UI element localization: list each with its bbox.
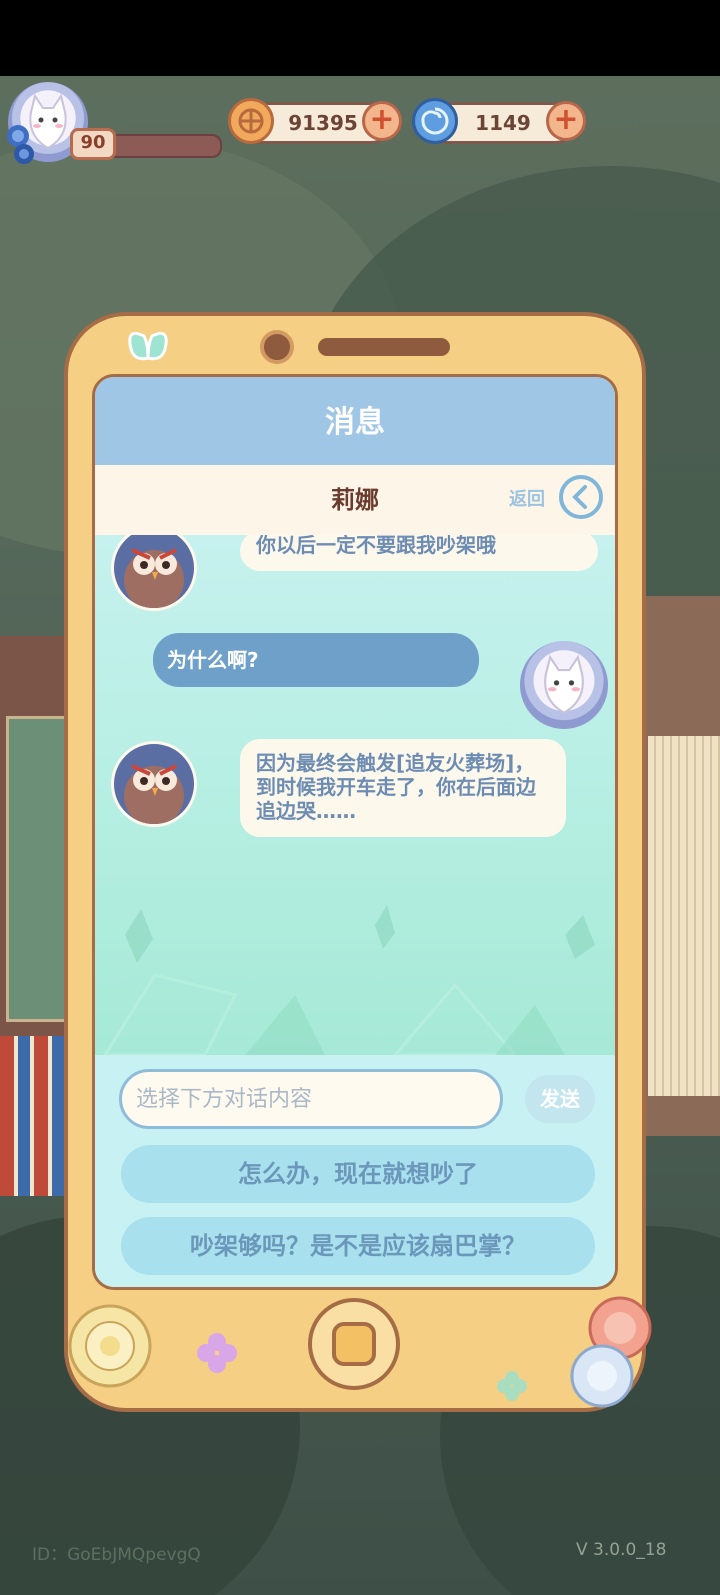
phone-screen: 消息 莉娜 返回 你以后一定不要跟我吵架哦 为什么啊? 因为最终会触发[追友火葬… (92, 374, 618, 1290)
reply-panel: 选择下方对话内容 发送 怎么办，现在就想吵了 吵架够吗？是不是应该扇巴掌？ (95, 1055, 615, 1287)
home-button[interactable] (308, 1298, 400, 1390)
back-label: 返回 (509, 489, 545, 510)
message-text: 为什么啊? (167, 648, 259, 672)
green-clover-icon (497, 1371, 527, 1401)
coin-icon (228, 98, 274, 144)
chevron-left-icon (559, 475, 603, 519)
purple-clover-icon (197, 1333, 237, 1373)
back-button[interactable]: 返回 (509, 475, 609, 525)
rose-decoration-icon (7, 125, 34, 164)
message-text: 你以后一定不要跟我吵架哦 (256, 535, 496, 557)
level-badge: 90 (70, 128, 116, 160)
speaker-slot (318, 338, 450, 356)
experience-bar (100, 134, 222, 158)
reply-option-2[interactable]: 吵架够吗？是不是应该扇巴掌？ (121, 1217, 595, 1275)
screen-title: 消息 (95, 377, 615, 465)
send-button[interactable]: 发送 (525, 1075, 595, 1123)
self-avatar (520, 641, 608, 729)
message-bubble-self: 为什么啊? (153, 633, 479, 687)
blue-rose-icon (570, 1344, 634, 1408)
camera-icon (260, 330, 294, 364)
reply-option-1[interactable]: 怎么办，现在就想吵了 (121, 1145, 595, 1203)
square-icon (332, 1322, 376, 1366)
version-label: V 3.0.0_18 (576, 1540, 667, 1560)
butterfly-icon (128, 331, 168, 361)
swirl-gem-icon (412, 98, 458, 144)
message-bubble: 因为最终会触发[追友火葬场]，到时候我开车走了，你在后面边追边哭…… (240, 739, 566, 837)
add-gems-button[interactable]: + (546, 101, 586, 141)
add-coins-button[interactable]: + (362, 101, 402, 141)
player-id: ID：GoEbJMQpevgQ (32, 1545, 201, 1565)
owl-avatar (111, 535, 197, 611)
status-bar (0, 0, 720, 76)
owl-avatar (111, 741, 197, 827)
message-bubble: 你以后一定不要跟我吵架哦 (240, 535, 598, 571)
contact-header: 莉娜 返回 (95, 465, 615, 535)
message-text: 因为最终会触发[追友火葬场]，到时候我开车走了，你在后面边追边哭…… (256, 751, 536, 823)
crystal-decoration (103, 905, 595, 1055)
chat-area: 你以后一定不要跟我吵架哦 为什么啊? 因为最终会触发[追友火葬场]，到时候我开车… (95, 535, 615, 1055)
yellow-rose-icon (68, 1304, 152, 1388)
message-input[interactable]: 选择下方对话内容 (119, 1069, 503, 1129)
